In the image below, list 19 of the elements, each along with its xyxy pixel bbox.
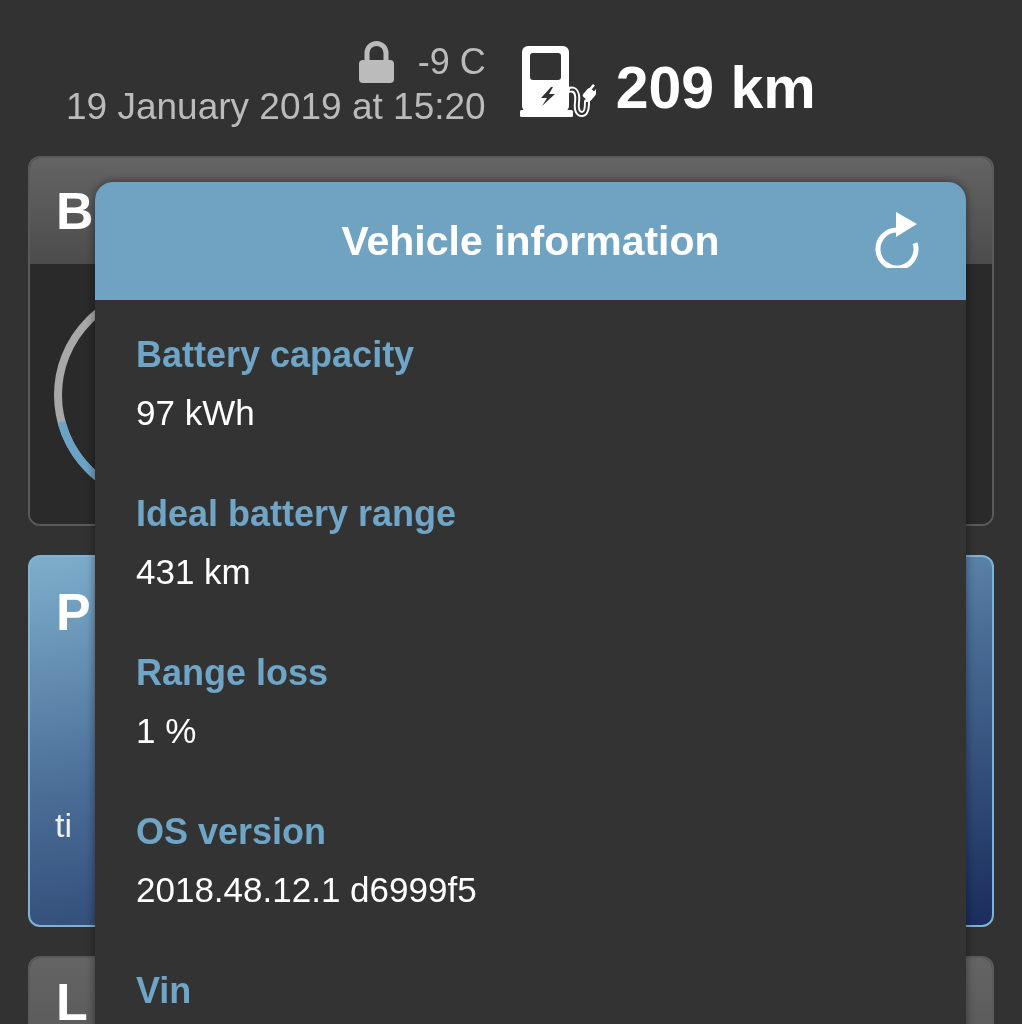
field-value: 1 %	[136, 710, 197, 752]
card-title: P	[56, 582, 91, 642]
field-value: 431 km	[136, 551, 251, 593]
field-label: Battery capacity	[136, 333, 415, 377]
field-label: Vin	[136, 969, 192, 1013]
card-title: B	[56, 181, 94, 241]
dialog-title: Vehicle information	[341, 217, 720, 266]
field-value: 2018.48.12.1 d6999f5	[136, 869, 477, 911]
field-label: OS version	[136, 810, 327, 854]
field-value: 97 kWh	[136, 392, 255, 434]
range-reading: 209 km	[615, 57, 816, 119]
field-label: Ideal battery range	[136, 492, 457, 536]
timestamp: 19 January 2019 at 15:20	[66, 86, 486, 128]
refresh-icon[interactable]	[872, 210, 922, 268]
card-title: L	[56, 982, 88, 1022]
field-label: Range loss	[136, 651, 329, 695]
charging-station-icon	[519, 46, 596, 118]
temperature-reading: -9 C	[417, 40, 486, 84]
card-caption: ti	[55, 805, 72, 845]
